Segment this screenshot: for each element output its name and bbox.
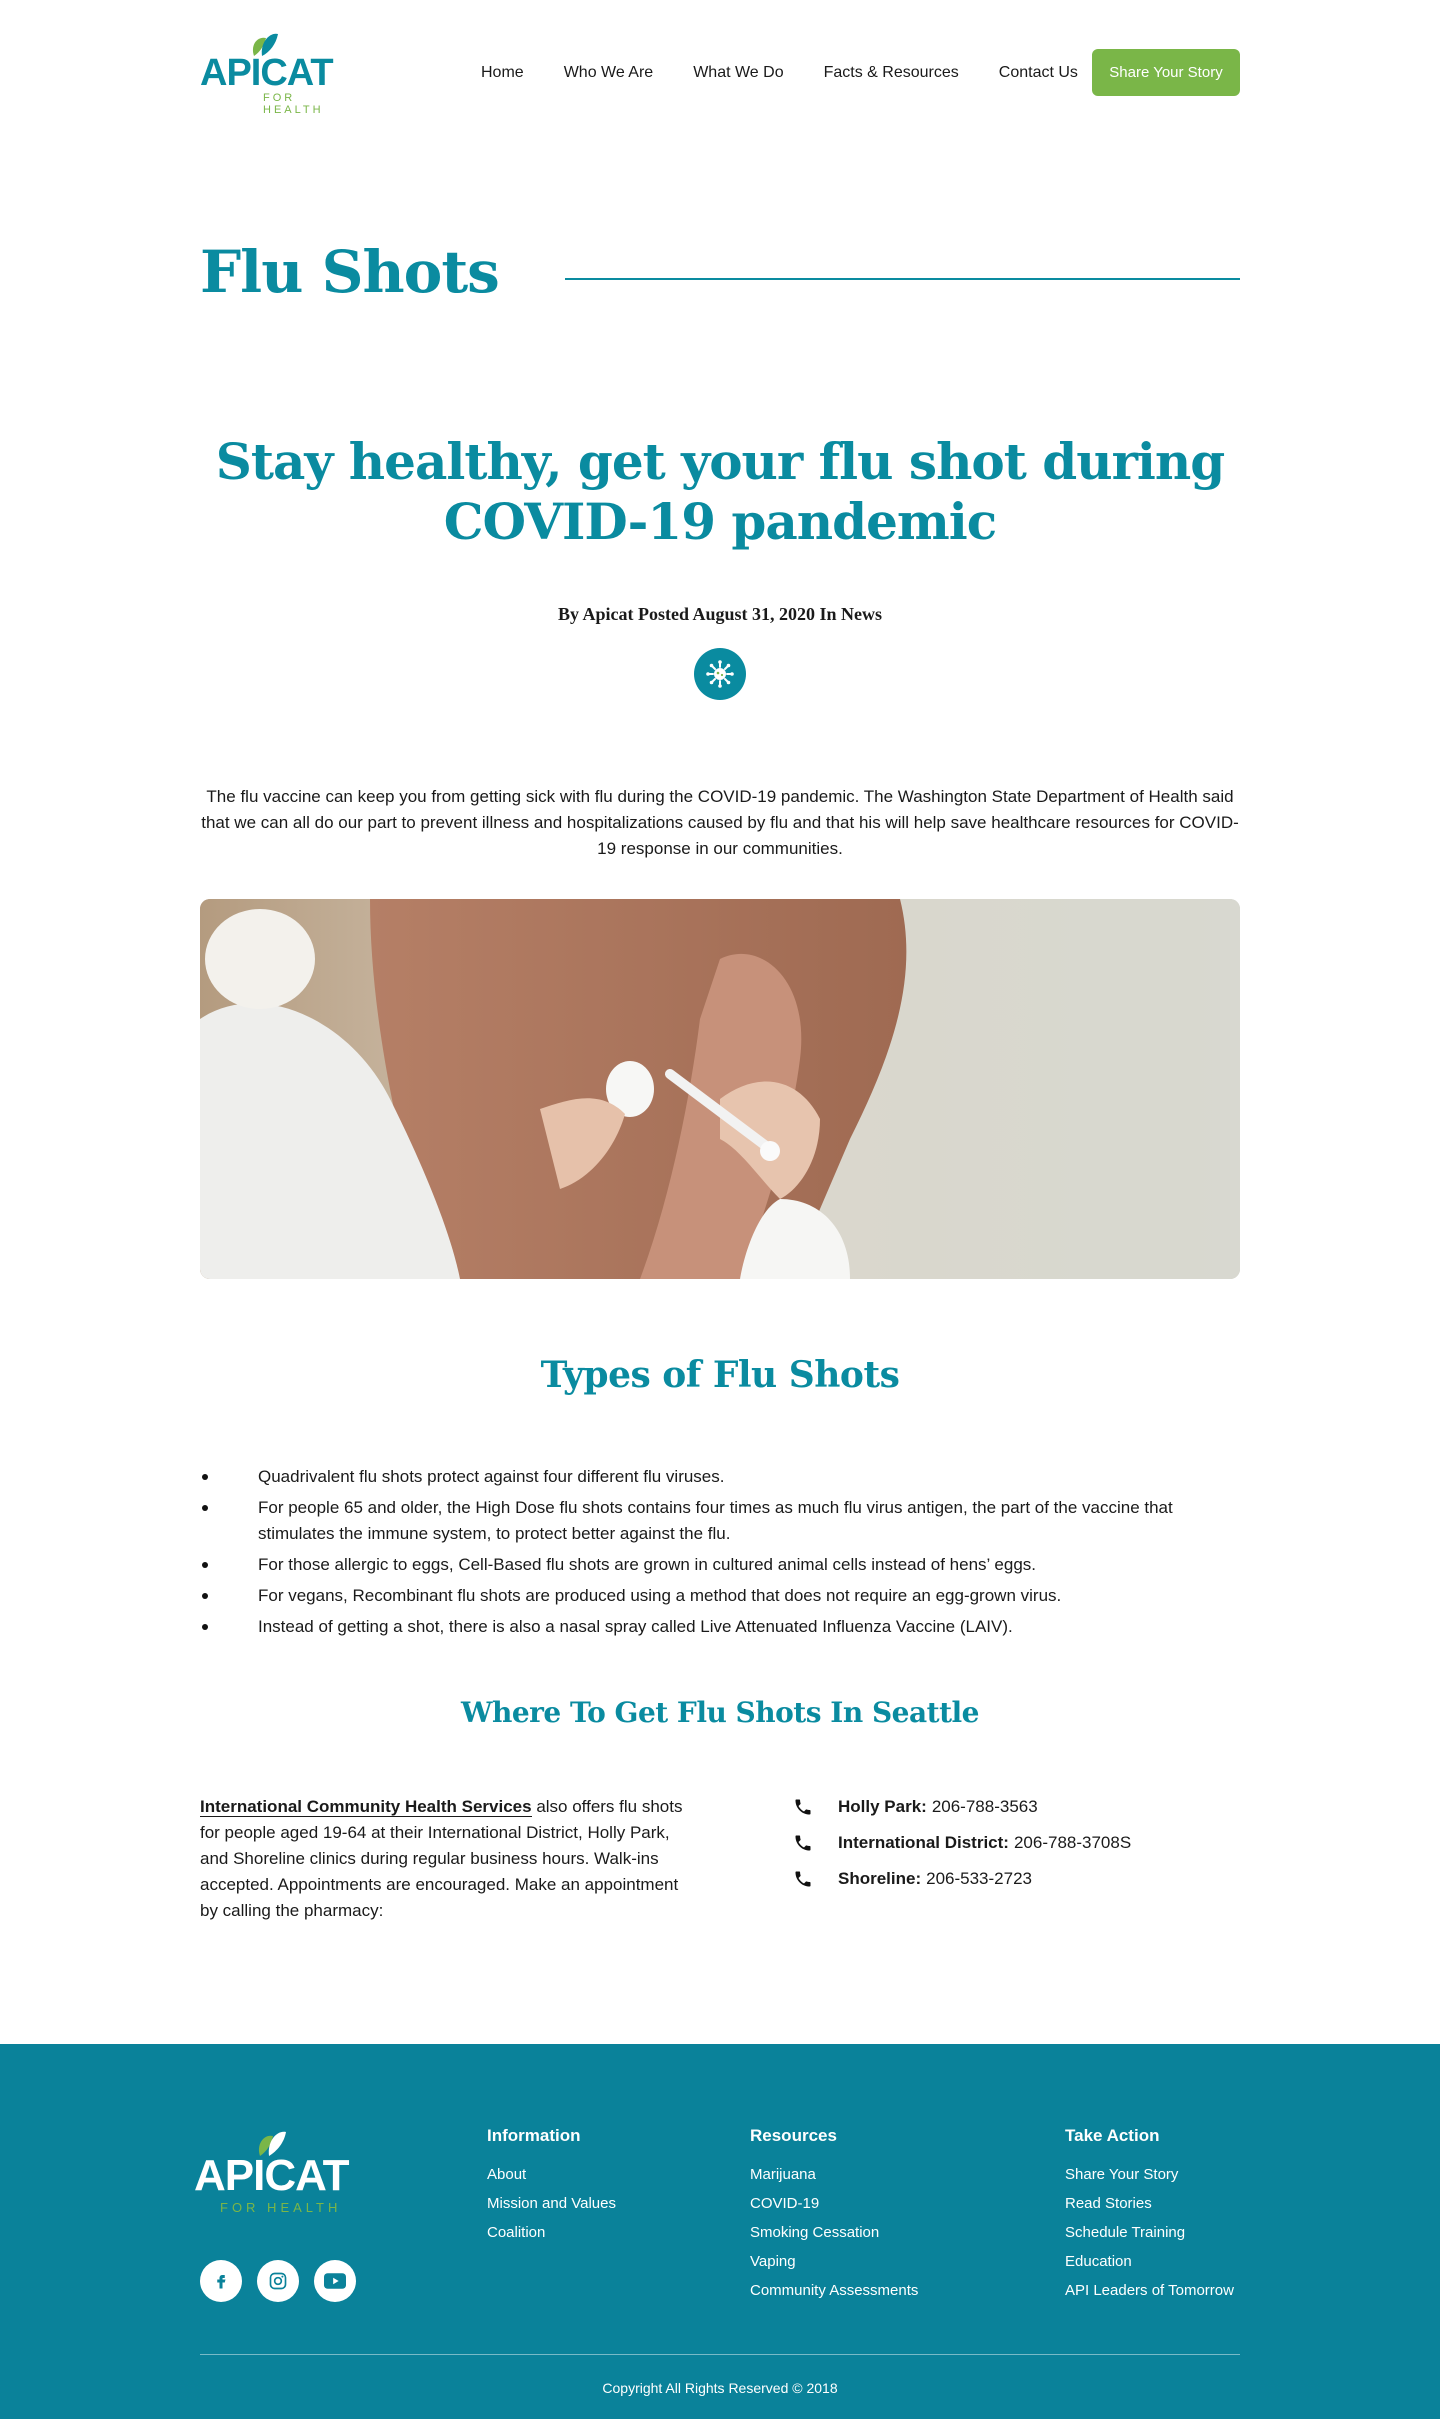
logo-wordmark: APICAT (200, 52, 334, 94)
footer-link-coalition[interactable]: Coalition (487, 2218, 616, 2247)
footer-link-assessments[interactable]: Community Assessments (750, 2276, 918, 2305)
phone-item[interactable]: Shoreline: 206-533-2723 (793, 1866, 1131, 1892)
footer-link-smoking[interactable]: Smoking Cessation (750, 2218, 918, 2247)
phone-label: Shoreline: (838, 1869, 922, 1888)
phone-label: International District: (838, 1833, 1009, 1852)
nav-contact-us[interactable]: Contact Us (999, 64, 1078, 82)
social-links (200, 2260, 356, 2302)
phone-item[interactable]: International District: 206-788-3708S (793, 1830, 1131, 1856)
footer-link-about[interactable]: About (487, 2160, 616, 2189)
footer-link-share-story[interactable]: Share Your Story (1065, 2160, 1234, 2189)
virus-icon (694, 648, 746, 700)
footer-link-training[interactable]: Schedule Training (1065, 2218, 1234, 2247)
instagram-icon[interactable] (257, 2260, 299, 2302)
phone-number: 206-788-3563 (931, 1797, 1038, 1816)
page-title: Flu Shots (200, 238, 500, 306)
footer-link-vaping[interactable]: Vaping (750, 2247, 918, 2276)
footer-link-marijuana[interactable]: Marijuana (750, 2160, 918, 2189)
phone-number: 206-788-3708S (1013, 1833, 1132, 1852)
site-logo[interactable]: APICAT FOR HEALTH (200, 30, 340, 116)
site-header: APICAT FOR HEALTH Home Who We Are What W… (0, 0, 1440, 146)
article-headline: Stay healthy, get your flu shot during C… (215, 432, 1226, 551)
types-heading: Types of Flu Shots (540, 1354, 900, 1396)
phone-label: Holly Park: (838, 1797, 927, 1816)
share-your-story-button[interactable]: Share Your Story (1092, 49, 1240, 96)
list-item: For those allergic to eggs, Cell-Based f… (200, 1552, 1240, 1578)
footer-col-information: Information About Mission and Values Coa… (487, 2126, 616, 2247)
phone-icon (793, 1869, 813, 1889)
nav-home[interactable]: Home (481, 64, 524, 82)
article-intro: The flu vaccine can keep you from gettin… (201, 787, 1239, 858)
flu-types-list: Quadrivalent flu shots protect against f… (200, 1464, 1240, 1645)
nav-facts-resources[interactable]: Facts & Resources (824, 64, 959, 82)
footer-link-read-stories[interactable]: Read Stories (1065, 2189, 1234, 2218)
footer-link-education[interactable]: Education (1065, 2247, 1234, 2276)
facebook-icon[interactable] (200, 2260, 242, 2302)
footer-link-mission[interactable]: Mission and Values (487, 2189, 616, 2218)
footer-col-title: Take Action (1065, 2126, 1160, 2145)
where-heading: Where To Get Flu Shots In Seattle (461, 1696, 979, 1729)
where-description: International Community Health Services … (200, 1794, 700, 1924)
phone-item[interactable]: Holly Park: 206-788-3563 (793, 1794, 1131, 1820)
footer-divider (200, 2354, 1240, 2355)
nav-what-we-do[interactable]: What We Do (693, 64, 783, 82)
article-byline: By Apicat Posted August 31, 2020 In News (557, 604, 883, 624)
footer-col-title: Resources (750, 2126, 837, 2145)
phone-icon (793, 1833, 813, 1853)
list-item: For people 65 and older, the High Dose f… (200, 1495, 1240, 1547)
list-item: Quadrivalent flu shots protect against f… (200, 1464, 1240, 1490)
footer-col-title: Information (487, 2126, 581, 2145)
title-divider (565, 278, 1240, 280)
phone-icon (793, 1797, 813, 1817)
vaccination-photo (200, 899, 1240, 1279)
ichs-link[interactable]: International Community Health Services (200, 1797, 532, 1817)
list-item: For vegans, Recombinant flu shots are pr… (200, 1583, 1240, 1609)
footer-logo-tagline: FOR HEALTH (220, 2200, 342, 2215)
footer-link-covid[interactable]: COVID-19 (750, 2189, 918, 2218)
footer-logo[interactable]: APICAT FOR HEALTH (194, 2128, 369, 2218)
footer-col-resources: Resources Marijuana COVID-19 Smoking Ces… (750, 2126, 918, 2305)
list-item: Instead of getting a shot, there is also… (200, 1614, 1240, 1640)
nav-who-we-are[interactable]: Who We Are (564, 64, 654, 82)
main-nav: Home Who We Are What We Do Facts & Resou… (481, 64, 1118, 82)
footer-link-leaders[interactable]: API Leaders of Tomorrow (1065, 2276, 1234, 2305)
phone-number: 206-533-2723 (926, 1869, 1032, 1888)
footer-col-take-action: Take Action Share Your Story Read Storie… (1065, 2126, 1234, 2305)
copyright-text: Copyright All Rights Reserved © 2018 (602, 2380, 838, 2396)
footer-logo-wordmark: APICAT (194, 2151, 350, 2200)
site-footer: APICAT FOR HEALTH Information About Miss… (0, 2044, 1440, 2419)
phone-list: Holly Park: 206-788-3563 International D… (793, 1794, 1131, 1902)
logo-tagline: FOR HEALTH (263, 92, 324, 116)
youtube-icon[interactable] (314, 2260, 356, 2302)
